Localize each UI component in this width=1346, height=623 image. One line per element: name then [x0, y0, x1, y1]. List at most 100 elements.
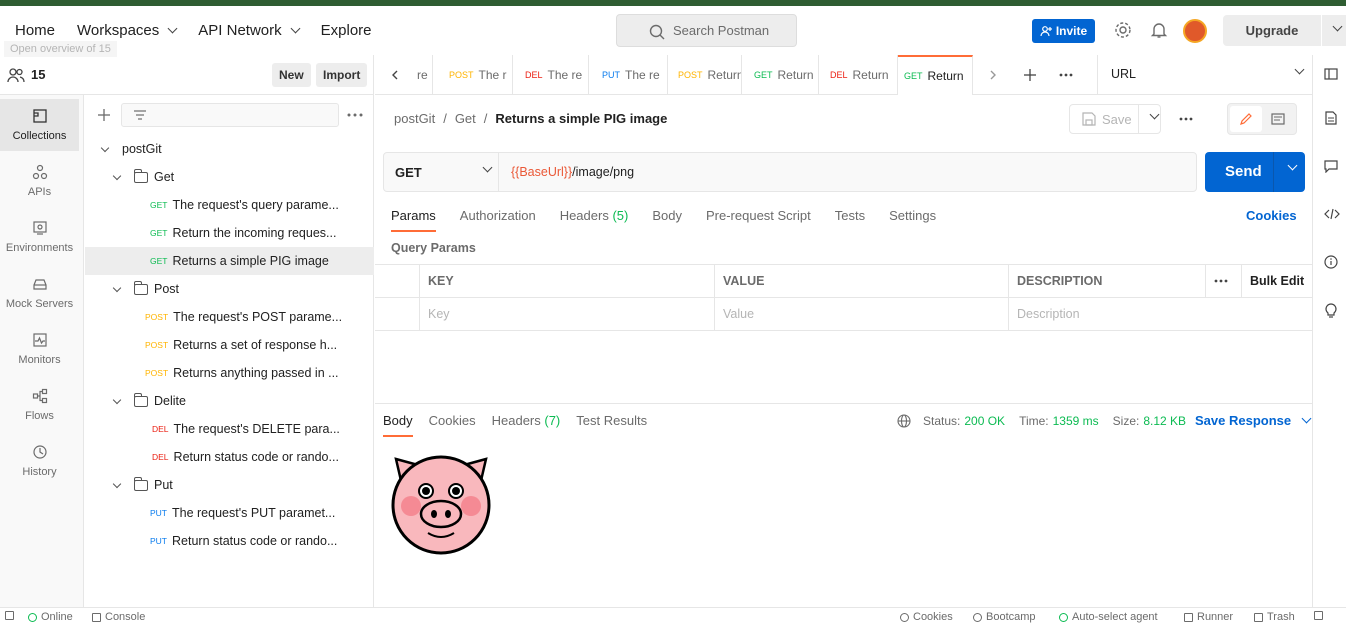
gear-icon[interactable]: [1114, 21, 1132, 39]
tab-body[interactable]: Body: [652, 208, 682, 232]
nav-api-network[interactable]: API Network: [198, 22, 301, 39]
invite-button[interactable]: Invite: [1032, 19, 1095, 43]
cookies-button[interactable]: Cookies: [900, 611, 953, 623]
doc-icon[interactable]: [1271, 113, 1285, 125]
tab-response-body[interactable]: Body: [383, 413, 413, 437]
key-field[interactable]: Key: [419, 298, 714, 330]
nav-workspaces[interactable]: Workspaces: [77, 22, 178, 39]
folder-delite[interactable]: Delite: [85, 387, 374, 415]
breadcrumb-collection[interactable]: postGit: [394, 111, 435, 126]
new-tab-icon[interactable]: [1023, 68, 1037, 82]
code-icon[interactable]: [1324, 207, 1340, 221]
workspace-member-count[interactable]: 15: [31, 67, 45, 82]
tab-params[interactable]: Params: [391, 208, 436, 232]
request-item[interactable]: PUT Return status code or rando...: [85, 527, 374, 555]
avatar[interactable]: [1183, 19, 1207, 43]
tab[interactable]: POST The r: [443, 55, 513, 95]
bootcamp-button[interactable]: Bootcamp: [973, 611, 1036, 623]
breadcrumb-folder[interactable]: Get: [455, 111, 476, 126]
collection-postgit[interactable]: postGit: [85, 135, 374, 163]
tab-authorization[interactable]: Authorization: [460, 208, 536, 232]
folder-put[interactable]: Put: [85, 471, 374, 499]
runner-button[interactable]: Runner: [1184, 611, 1233, 623]
page-title[interactable]: Returns a simple PIG image: [495, 111, 667, 126]
bulk-edit-button[interactable]: Bulk Edit: [1241, 265, 1312, 297]
cookies-link[interactable]: Cookies: [1246, 208, 1297, 223]
lightbulb-icon[interactable]: [1324, 303, 1338, 319]
documentation-icon[interactable]: [1324, 111, 1338, 125]
edit-mode-button[interactable]: [1230, 106, 1262, 132]
chevron-right-icon[interactable]: [989, 70, 997, 80]
column-options[interactable]: [1205, 265, 1241, 297]
chevron-down-icon[interactable]: [1149, 109, 1160, 120]
layout-icon[interactable]: [1324, 67, 1338, 81]
rail-item-mock-servers[interactable]: Mock Servers: [0, 267, 79, 319]
tab-test-results[interactable]: Test Results: [576, 413, 647, 437]
send-button[interactable]: Send: [1205, 152, 1305, 192]
globe-icon[interactable]: [897, 414, 911, 428]
tab-settings[interactable]: Settings: [889, 208, 936, 232]
request-item[interactable]: DEL Return status code or rando...: [85, 443, 374, 471]
tab[interactable]: POST Return: [672, 55, 742, 95]
request-item-selected[interactable]: GET Returns a simple PIG image: [85, 247, 374, 275]
chevron-down-icon[interactable]: [1294, 64, 1305, 75]
save-button[interactable]: Save: [1069, 104, 1161, 134]
url-input[interactable]: {{BaseUrl}}/image/png: [511, 165, 634, 179]
layout-toggle[interactable]: [5, 611, 14, 620]
nav-home[interactable]: Home: [15, 22, 55, 39]
response-time[interactable]: 1359 ms: [1053, 414, 1099, 428]
rail-item-flows[interactable]: Flows: [0, 379, 79, 431]
comments-icon[interactable]: [1324, 159, 1338, 173]
request-item[interactable]: PUT The request's PUT paramet...: [85, 499, 374, 527]
new-button[interactable]: New: [272, 63, 311, 87]
rail-item-history[interactable]: History: [0, 435, 79, 487]
chevron-left-icon[interactable]: [391, 70, 399, 80]
rail-item-monitors[interactable]: Monitors: [0, 323, 79, 375]
tab[interactable]: re: [411, 55, 433, 95]
request-item[interactable]: POST Returns anything passed in ...: [85, 359, 374, 387]
rail-item-environments[interactable]: Environments: [0, 211, 79, 263]
tab[interactable]: GET Return: [748, 55, 819, 95]
description-field[interactable]: Description: [1008, 298, 1312, 330]
method-select[interactable]: GET: [384, 153, 499, 191]
console-button[interactable]: Console: [92, 611, 145, 623]
rail-item-collections[interactable]: Collections: [0, 99, 79, 151]
bell-icon[interactable]: [1150, 21, 1168, 39]
environment-selector[interactable]: URL: [1111, 67, 1136, 81]
value-field[interactable]: Value: [714, 298, 1008, 330]
tab[interactable]: DEL The re: [519, 55, 589, 95]
tab[interactable]: DEL Return: [824, 55, 898, 95]
import-button[interactable]: Import: [316, 63, 368, 87]
request-item[interactable]: GET The request's query parame...: [85, 191, 374, 219]
request-item[interactable]: DEL The request's DELETE para...: [85, 415, 374, 443]
rail-item-apis[interactable]: APIs: [0, 155, 79, 207]
info-icon[interactable]: [1324, 255, 1338, 269]
request-item[interactable]: POST The request's POST parame...: [85, 303, 374, 331]
save-response-button[interactable]: Save Response: [1195, 413, 1312, 428]
search-input[interactable]: Search Postman: [616, 14, 797, 47]
tab-active[interactable]: GET Return: [898, 55, 973, 95]
plus-icon[interactable]: [97, 108, 111, 122]
tab-response-headers[interactable]: Headers (7): [492, 413, 561, 437]
chevron-down-icon[interactable]: [1287, 160, 1298, 171]
tab[interactable]: PUT The re: [596, 55, 668, 95]
more-icon[interactable]: [1179, 117, 1193, 121]
upgrade-button[interactable]: Upgrade: [1223, 15, 1321, 46]
response-size[interactable]: 8.12 KB: [1143, 414, 1186, 428]
request-item[interactable]: POST Returns a set of response h...: [85, 331, 374, 359]
folder-post[interactable]: Post: [85, 275, 374, 303]
tab-response-cookies[interactable]: Cookies: [429, 413, 476, 437]
nav-explore[interactable]: Explore: [321, 22, 372, 39]
request-item[interactable]: GET Return the incoming reques...: [85, 219, 374, 247]
agent-selector[interactable]: Auto-select agent: [1059, 611, 1158, 623]
tab-pre-request-script[interactable]: Pre-request Script: [706, 208, 811, 232]
two-pane-toggle[interactable]: [1314, 611, 1323, 620]
upgrade-dropdown[interactable]: [1322, 15, 1346, 46]
tab-tests[interactable]: Tests: [835, 208, 865, 232]
trash-button[interactable]: Trash: [1254, 611, 1295, 623]
online-status[interactable]: Online: [28, 611, 73, 623]
more-icon[interactable]: [347, 113, 363, 117]
tab-headers[interactable]: Headers (5): [560, 208, 629, 232]
folder-get[interactable]: Get: [85, 163, 374, 191]
more-icon[interactable]: [1059, 73, 1073, 77]
